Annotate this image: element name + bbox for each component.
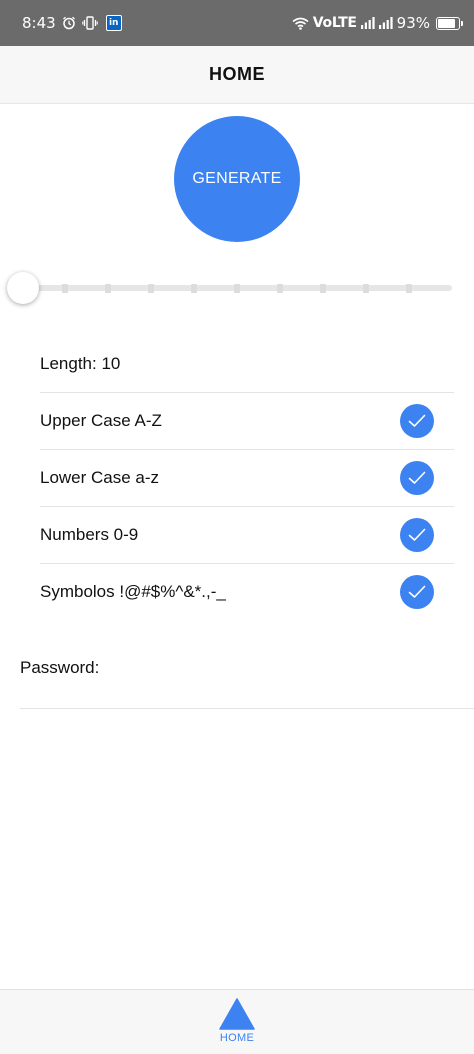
battery-tip (461, 20, 463, 26)
generate-button[interactable]: GENERATE (174, 116, 300, 242)
option-label: Symbolos !@#$%^&*.,-_ (40, 582, 226, 601)
app-header: HOME (0, 46, 474, 104)
password-section: Password: (20, 648, 474, 709)
check-icon[interactable] (400, 404, 434, 438)
slider-tick (363, 284, 369, 293)
battery-icon (436, 16, 463, 30)
signal-icon (378, 17, 393, 29)
wifi-icon (292, 17, 309, 30)
check-icon[interactable] (400, 575, 434, 609)
slider-tick (406, 284, 412, 293)
slider-tick (105, 284, 111, 293)
signal-icon (360, 17, 375, 29)
length-slider[interactable] (7, 270, 454, 310)
slider-tick (320, 284, 326, 293)
option-label: Lower Case a-z (40, 468, 160, 487)
option-label: Numbers 0-9 (40, 525, 139, 544)
option-row-uppercase[interactable]: Upper Case A-Z (40, 393, 454, 450)
page-title: HOME (209, 64, 265, 84)
slider-tick (234, 284, 240, 293)
password-label: Password: (20, 658, 100, 677)
status-right: VoLTE 93% (292, 0, 463, 46)
slider-tick (277, 284, 283, 293)
slider-tick (148, 284, 154, 293)
length-label: Length: 10 (40, 354, 121, 373)
slider-thumb[interactable] (7, 272, 39, 304)
length-row: Length: 10 (40, 336, 454, 393)
vibrate-icon (81, 16, 98, 30)
bottom-tab-bar: HOME (0, 989, 474, 1054)
alarm-icon (62, 16, 76, 30)
slider-tick (191, 284, 197, 293)
option-row-lowercase[interactable]: Lower Case a-z (40, 450, 454, 507)
status-time: 8:43 (22, 14, 56, 32)
home-triangle-icon (219, 998, 255, 1030)
battery-fill (438, 18, 455, 28)
status-left: 8:43 in (22, 0, 122, 46)
option-label: Upper Case A-Z (40, 411, 162, 430)
status-bar: 8:43 in VoLTE 93% (0, 0, 474, 46)
tab-home[interactable]: HOME (197, 990, 277, 1054)
option-row-symbols[interactable]: Symbolos !@#$%^&*.,-_ (40, 564, 454, 620)
check-icon[interactable] (400, 461, 434, 495)
slider-tick (62, 284, 68, 293)
network-type: VoLTE (312, 15, 357, 31)
options-list: Length: 10 Upper Case A-Z Lower Case a-z… (40, 336, 454, 620)
option-row-numbers[interactable]: Numbers 0-9 (40, 507, 454, 564)
password-output[interactable] (20, 688, 474, 709)
linkedin-icon: in (105, 15, 122, 31)
tab-home-label: HOME (219, 1032, 255, 1044)
battery-percent: 93% (396, 14, 430, 32)
check-icon[interactable] (400, 518, 434, 552)
